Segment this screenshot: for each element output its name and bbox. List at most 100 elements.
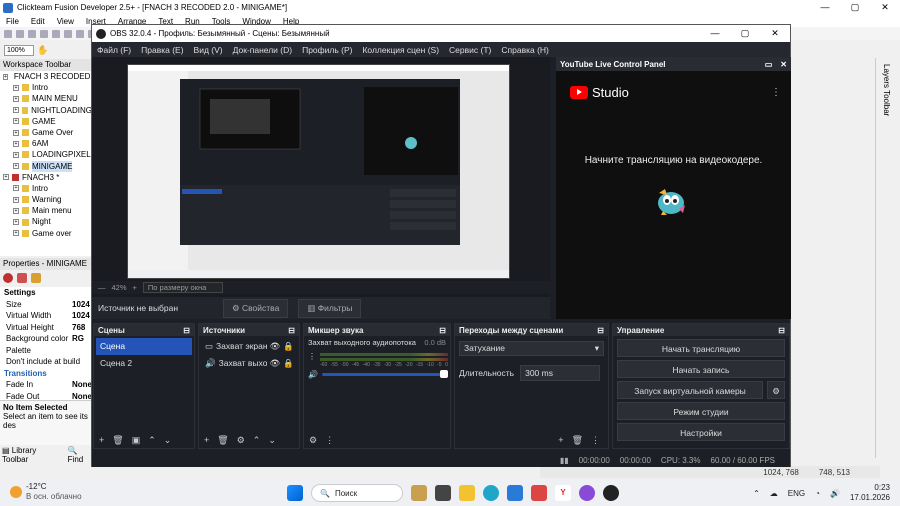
property-row[interactable]: Fade In None: [0, 379, 92, 391]
runtime-icon[interactable]: [17, 273, 27, 283]
expand-icon[interactable]: +: [13, 163, 19, 170]
source-item[interactable]: 🔊Захват выход👁🔒: [201, 355, 297, 372]
float-icon[interactable]: ▭: [765, 60, 773, 69]
edge-icon[interactable]: [483, 485, 499, 501]
dock-menu-icon[interactable]: ⊟: [183, 326, 190, 335]
taskbar-search[interactable]: 🔍 Поиск: [311, 484, 403, 502]
open-icon[interactable]: [16, 29, 24, 38]
new-icon[interactable]: [4, 29, 12, 38]
about-icon[interactable]: [31, 273, 41, 283]
obs-menu-item[interactable]: Коллекция сцен (S): [357, 45, 444, 55]
tree-item[interactable]: + GAME: [0, 116, 92, 127]
library-toolbar-tab[interactable]: ▤ Library Toolbar: [2, 446, 62, 464]
tree-item[interactable]: + Intro: [0, 183, 92, 194]
find-tab[interactable]: 🔍Find: [68, 446, 92, 464]
remove-transition-icon[interactable]: 🗑: [572, 435, 583, 446]
tray-chevron-icon[interactable]: ⌃: [753, 489, 760, 498]
expand-icon[interactable]: +: [13, 230, 19, 237]
add-scene-icon[interactable]: +: [99, 435, 104, 445]
properties-button[interactable]: ⚙ Свойства: [223, 298, 289, 318]
obs-menu-item[interactable]: Сервис (T): [444, 45, 496, 55]
remove-source-icon[interactable]: 🗑: [217, 435, 228, 446]
filters-button[interactable]: ▥ Фильтры: [298, 298, 362, 318]
obs-menu-item[interactable]: Правка (E): [136, 45, 188, 55]
dock-menu-icon[interactable]: ⊟: [778, 326, 785, 335]
tree-item[interactable]: + Main menu: [0, 205, 92, 216]
store-icon[interactable]: [507, 485, 523, 501]
tree-item[interactable]: + MINIGAME: [0, 160, 92, 172]
expand-icon[interactable]: +: [13, 219, 19, 226]
tree-item[interactable]: + MAIN MENU: [0, 93, 92, 104]
obs-menu-item[interactable]: Справка (H): [496, 45, 554, 55]
move-up-icon[interactable]: ⌃: [148, 435, 156, 446]
move-up-icon[interactable]: ⌃: [253, 435, 261, 446]
tree-item[interactable]: + FNACH3 *: [0, 172, 92, 183]
lock-icon[interactable]: 🔒: [283, 338, 294, 355]
zoom-plus[interactable]: +: [133, 283, 137, 292]
undo-icon[interactable]: [76, 29, 84, 38]
more-options-icon[interactable]: ⋮: [771, 87, 781, 98]
obs-menu-item[interactable]: Файл (F): [92, 45, 136, 55]
clickteam-menu-item[interactable]: File: [0, 17, 25, 26]
paste-icon[interactable]: [64, 29, 72, 38]
property-row[interactable]: Transitions: [0, 368, 92, 380]
hand-icon[interactable]: ✋: [37, 45, 48, 56]
settings-gear-icon[interactable]: [3, 273, 13, 283]
close-panel-icon[interactable]: ✕: [780, 60, 787, 69]
duration-input[interactable]: 300 ms: [520, 365, 601, 381]
tree-item[interactable]: + Game Over: [0, 127, 92, 138]
taskbar-clock[interactable]: 0:23 17.01.2026: [850, 483, 890, 503]
studio-mode-button[interactable]: Режим студии: [617, 402, 785, 420]
obs-preview[interactable]: [92, 57, 550, 297]
clickteam-menu-item[interactable]: Edit: [25, 17, 51, 26]
tree-item[interactable]: + LOADINGPIXEL: [0, 149, 92, 160]
obs-menu-item[interactable]: Профиль (P): [297, 45, 357, 55]
add-transition-icon[interactable]: +: [558, 435, 563, 445]
property-row[interactable]: Size 1024: [0, 299, 92, 311]
copy-icon[interactable]: [52, 29, 60, 38]
obs-menu-item[interactable]: Вид (V): [189, 45, 228, 55]
save-icon[interactable]: [28, 29, 36, 38]
expand-icon[interactable]: +: [13, 207, 19, 214]
source-settings-icon[interactable]: ⚙: [237, 435, 245, 446]
dock-menu-icon[interactable]: ⊟: [439, 326, 446, 335]
obs-maximize-button[interactable]: ▢: [730, 25, 760, 42]
clickteam-taskbar-icon[interactable]: [579, 485, 595, 501]
tree-item[interactable]: +6AM: [0, 138, 92, 149]
expand-icon[interactable]: +: [3, 174, 9, 181]
zoom-minus[interactable]: —: [98, 283, 106, 292]
dock-menu-icon[interactable]: ⊟: [597, 326, 604, 335]
maximize-button[interactable]: ▢: [840, 0, 870, 15]
expand-icon[interactable]: +: [13, 151, 19, 158]
zoom-mode-select[interactable]: По размеру окна: [142, 282, 223, 293]
scene-item[interactable]: Сцена 2: [96, 355, 192, 372]
obs-taskbar-icon[interactable]: [603, 485, 619, 501]
expand-icon[interactable]: +: [13, 129, 19, 136]
expand-icon[interactable]: +: [13, 95, 19, 102]
visibility-eye-icon[interactable]: 👁: [270, 338, 281, 355]
add-source-icon[interactable]: +: [204, 435, 209, 445]
tree-item[interactable]: + NIGHTLOADING: [0, 105, 92, 116]
minimize-button[interactable]: —: [810, 0, 840, 15]
transition-more-icon[interactable]: ⋮: [591, 435, 600, 446]
tree-item[interactable]: + FNACH 3 RECODED 2.0: [0, 71, 92, 82]
volume-slider-handle[interactable]: [440, 370, 448, 378]
property-row[interactable]: Background color RG: [0, 333, 92, 345]
property-row[interactable]: Virtual Height 768: [0, 322, 92, 334]
start-recording-button[interactable]: Начать запись: [617, 360, 785, 378]
virtual-camera-settings-icon[interactable]: ⚙: [767, 381, 785, 399]
expand-icon[interactable]: +: [13, 140, 19, 147]
remove-scene-icon[interactable]: 🗑: [112, 435, 123, 446]
weather-widget[interactable]: -12°C В осн. облачно: [10, 482, 82, 502]
settings-button[interactable]: Настройки: [617, 423, 785, 441]
mixer-settings-icon[interactable]: ⚙: [309, 435, 317, 446]
property-row[interactable]: Virtual Width 1024: [0, 310, 92, 322]
widgets-icon[interactable]: [411, 485, 427, 501]
speaker-icon[interactable]: 🔊: [308, 370, 318, 379]
scene-filter-icon[interactable]: ▣: [132, 435, 141, 446]
dock-menu-icon[interactable]: ⊟: [288, 326, 295, 335]
property-row[interactable]: Palette: [0, 345, 92, 357]
lock-icon[interactable]: 🔒: [283, 355, 294, 372]
task-view-icon[interactable]: [435, 485, 451, 501]
mixer-options-icon[interactable]: ⋮: [308, 352, 316, 361]
